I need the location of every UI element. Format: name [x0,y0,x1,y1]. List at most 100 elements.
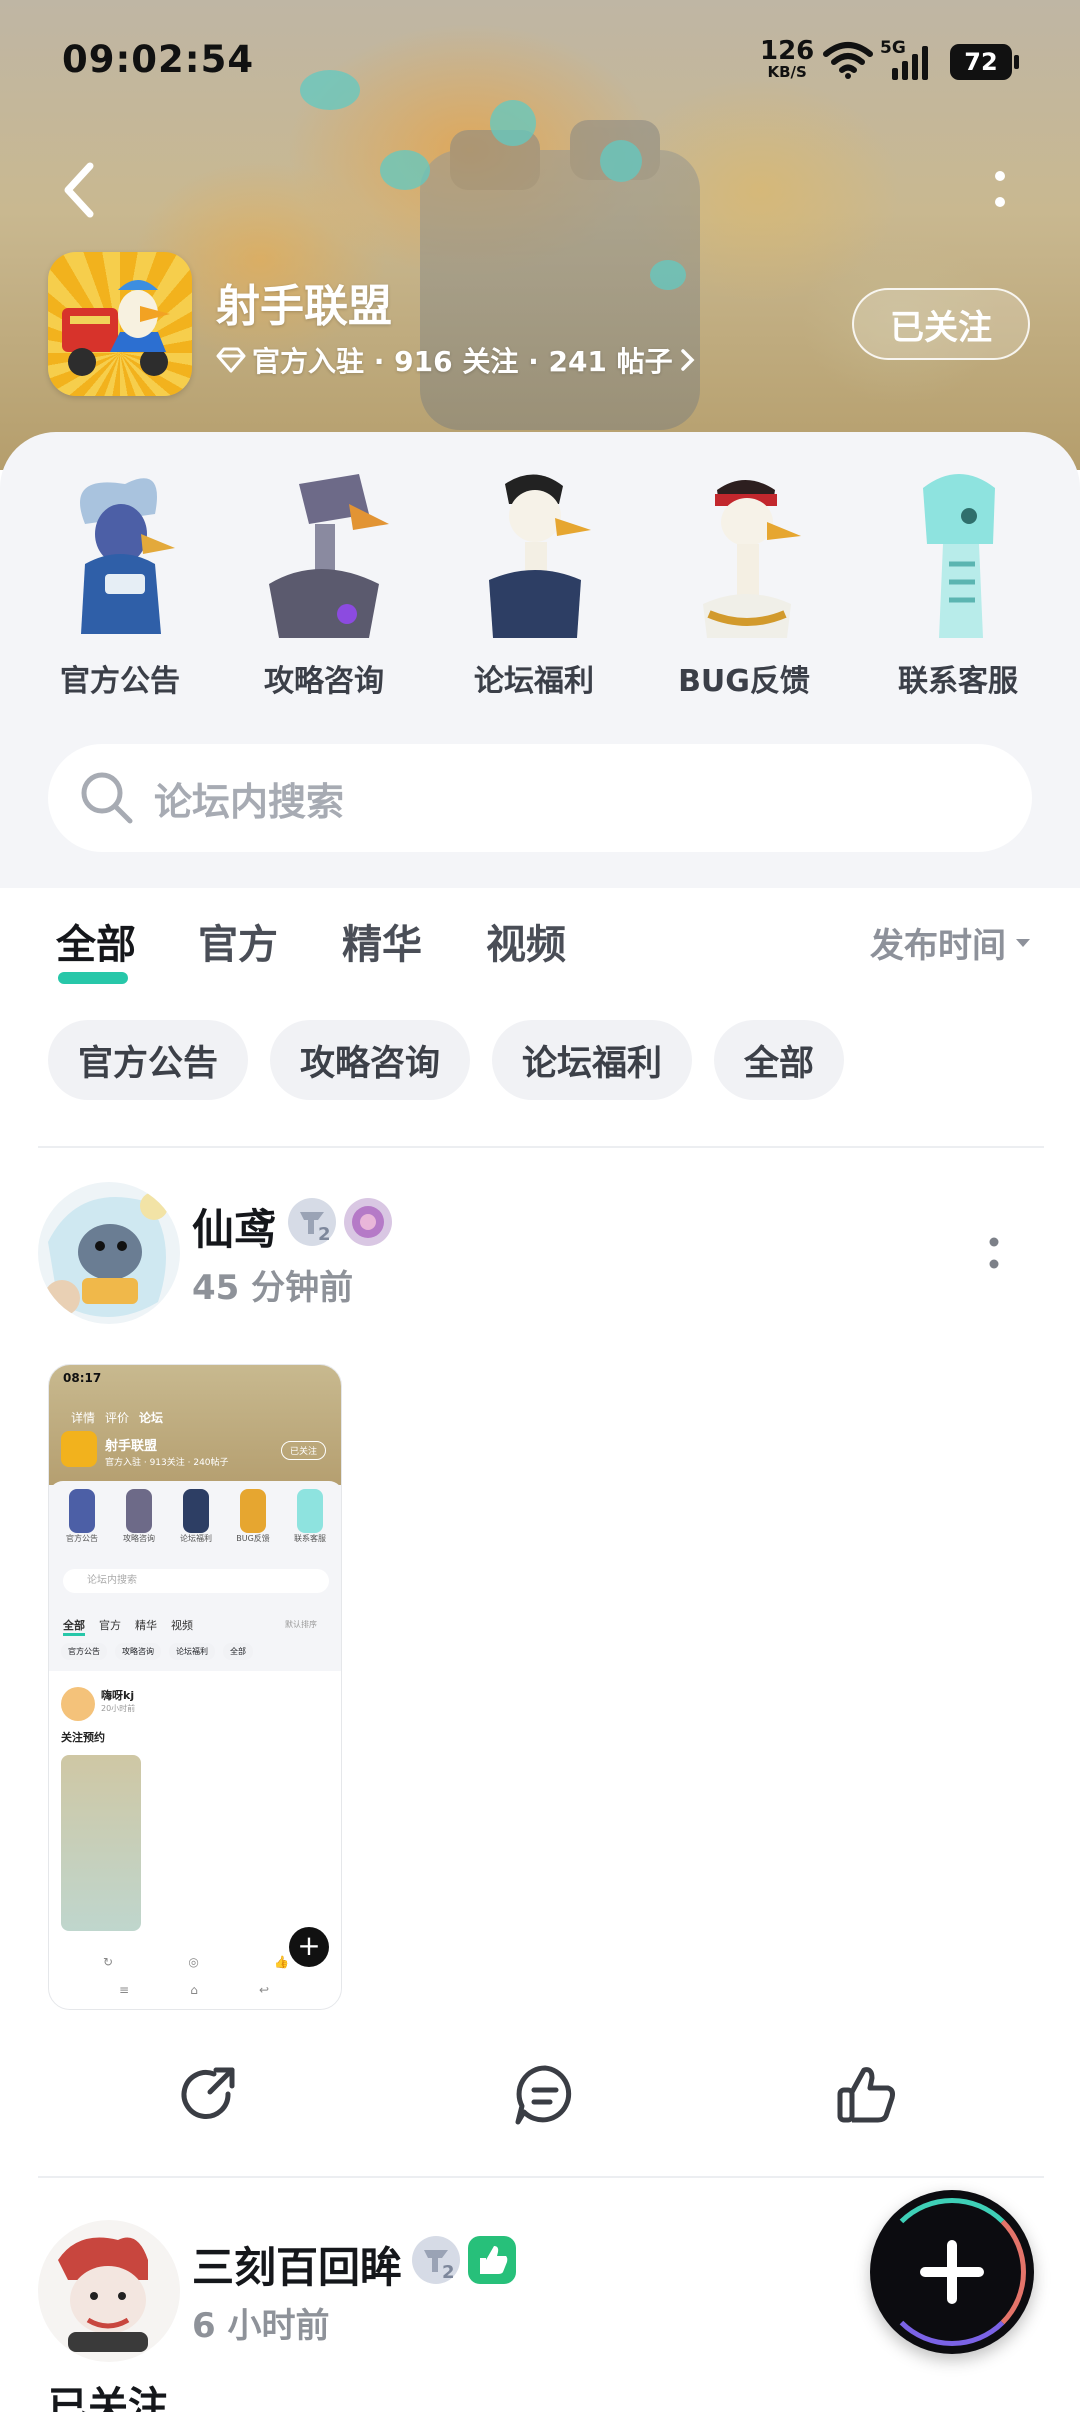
wifi-icon [823,42,873,79]
sort-dropdown[interactable]: 发布时间 [870,918,1032,967]
mini-category-label: BUG反馈 [236,1534,270,1543]
mini-follow-button: 已关注 [281,1441,327,1460]
post-actions [0,2060,1080,2130]
category-welfare[interactable]: 论坛福利 [444,464,624,734]
chip-all[interactable]: 全部 [714,1020,845,1100]
mini-forum-name: 射手联盟 [105,1439,158,1454]
verified-diamond-icon [216,347,246,373]
category-label: 论坛福利 [474,664,594,699]
mini-forum-logo [61,1431,97,1467]
post-more-icon[interactable] [984,1234,1004,1274]
active-tab-indicator [58,972,128,984]
post-header: 仙鸢 2 45 分钟前 [38,1182,1042,1332]
level-number: 2 [442,2262,455,2283]
divider [38,2176,1044,2178]
level-badge: 2 [288,1198,336,1246]
mini-filter-tabs: 全部 官方 精华 视频 [63,1617,193,1636]
search-icon [81,772,133,824]
category-label: 攻略咨询 [264,664,384,699]
avatar[interactable] [38,1182,180,1324]
mini-post-title: 关注预约 [61,1731,105,1744]
mascot-announcements-icon [80,478,175,634]
mini-fab-plus: + [289,1927,329,1967]
network-speed-value: 126 [760,36,815,66]
filter-chips: 官方公告 攻略咨询 论坛福利 全部 [48,1020,845,1100]
forum-search-bar[interactable]: 论坛内搜索 [48,744,1032,852]
forum-logo [48,252,192,396]
mini-chip: 全部 [223,1643,253,1660]
status-bar: 09:02:54 126 KB/S 5G 72 [0,0,1080,120]
category-support[interactable]: 联系客服 [868,464,1048,734]
post-image[interactable]: 08:17 详情 评价 论坛 射手联盟 官方入驻 · 913关注 · 240帖子… [48,1364,342,2010]
category-label: 官方公告 [60,664,180,699]
mini-actions: ↻ ◎ 👍 [103,1955,289,1969]
mini-avatar [61,1687,95,1721]
chip-guides[interactable]: 攻略咨询 [270,1020,471,1100]
level-badge: 2 [412,2236,460,2284]
tab-official[interactable]: 官方 [198,912,278,970]
chip-announcements[interactable]: 官方公告 [48,1020,249,1100]
post-username[interactable]: 三刻百回眸 [192,2234,402,2295]
divider [38,1146,1044,1148]
post-username[interactable]: 仙鸢 [192,1196,276,1257]
mini-top-tab: 评价 [105,1411,130,1425]
mini-sort-label: 默认排序 [285,1620,317,1629]
mini-filter-tab: 全部 [63,1617,85,1636]
mini-category-label: 联系客服 [294,1534,326,1543]
mini-top-tabs: 详情 评价 论坛 [71,1409,163,1426]
feed-tabs: 全部 官方 精华 视频 发布时间 [0,912,1080,992]
tab-featured[interactable]: 精华 [342,912,422,970]
mini-category-label: 官方公告 [66,1534,98,1543]
post-title[interactable]: 已关注 [48,2374,168,2412]
avatar[interactable] [38,2220,180,2362]
mini-top-tab: 论坛 [139,1411,164,1425]
share-icon[interactable] [176,2060,246,2130]
tab-video[interactable]: 视频 [486,912,566,970]
mini-post-image [61,1755,141,1931]
sort-label: 发布时间 [870,926,1006,966]
more-options-icon[interactable] [990,168,1010,212]
like-icon[interactable] [832,2060,902,2130]
chip-welfare[interactable]: 论坛福利 [492,1020,693,1100]
mini-post-time: 20小时前 [101,1704,136,1713]
mini-filter-tab: 视频 [171,1619,193,1632]
mini-status-time: 08:17 [63,1371,102,1385]
create-post-button[interactable] [870,2190,1034,2354]
mini-forum-meta: 官方入驻 · 913关注 · 240帖子 [105,1458,229,1468]
mascot-support-icon [923,474,995,638]
mini-filter-tab: 精华 [135,1619,157,1632]
comment-icon[interactable] [510,2060,580,2130]
back-icon[interactable] [56,160,106,220]
mini-chip: 论坛福利 [169,1643,215,1660]
forum-meta[interactable]: 官方入驻 · 916 关注 · 241 帖子 [216,340,697,380]
tab-all[interactable]: 全部 [56,912,136,970]
post-time: 45 分钟前 [192,1268,354,1308]
forum-meta-text: 官方入驻 · 916 关注 · 241 帖子 [252,345,673,378]
battery-indicator: 72 [950,44,1019,80]
forum-panel: 官方公告 攻略咨询 论坛福利 BUG反馈 联系客服 论坛内搜索 [0,432,1080,888]
mini-chips: 官方公告 攻略咨询 论坛福利 全部 [61,1643,253,1660]
mascot-welfare-icon [489,474,591,638]
category-label: BUG反馈 [678,664,810,699]
mini-category-row: 官方公告 攻略咨询 论坛福利 BUG反馈 联系客服 [55,1489,337,1544]
mini-category-label: 攻略咨询 [123,1534,155,1543]
category-guides[interactable]: 攻略咨询 [234,464,414,734]
category-bug-report[interactable]: BUG反馈 [654,464,834,734]
mini-category-label: 论坛福利 [180,1534,212,1543]
mini-search: 论坛内搜索 [63,1569,329,1593]
dropdown-caret-icon [1016,938,1030,947]
like-badge [468,2236,516,2284]
plus-icon [920,2240,984,2304]
banner-illustration [420,120,700,430]
follow-button[interactable]: 已关注 [852,288,1030,360]
category-label: 联系客服 [898,664,1018,699]
mascot-bug-icon [703,480,801,638]
status-time: 09:02:54 [62,38,255,81]
chevron-right-icon [680,349,695,371]
network-speed-unit: KB/S [767,63,807,81]
mini-post-user: 嗨呀kj [101,1689,135,1702]
mini-filter-tab: 官方 [99,1619,121,1632]
category-announcements[interactable]: 官方公告 [30,464,210,734]
mini-top-tab: 详情 [71,1411,96,1425]
mascot-guides-icon [269,474,389,638]
